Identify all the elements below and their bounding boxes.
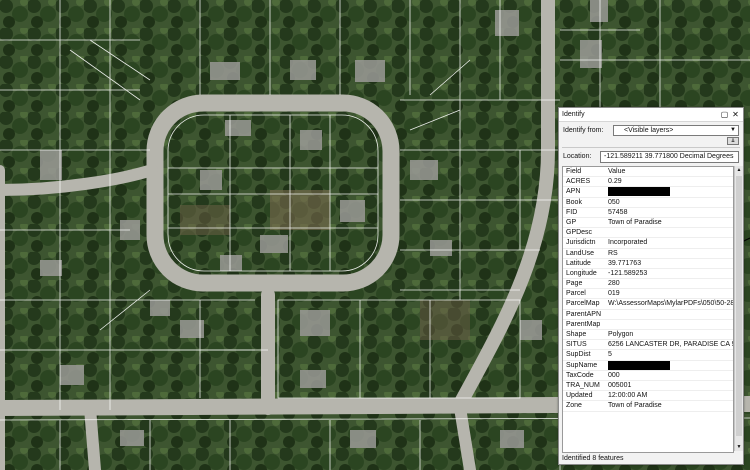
field-value	[608, 320, 733, 329]
field-name: TaxCode	[566, 371, 594, 379]
location-label: Location:	[563, 153, 592, 160]
table-row[interactable]: ACRES 0.29	[563, 177, 733, 188]
field-name: Book	[566, 198, 582, 206]
field-value: 050	[608, 198, 620, 206]
field-value: 5	[608, 351, 612, 359]
table-row[interactable]: Latitude 39.771763	[563, 259, 733, 269]
field-name: GP	[566, 218, 577, 226]
redaction-box	[608, 187, 670, 197]
field-value: Town of Paradise	[608, 218, 662, 226]
table-row[interactable]: GPDesc	[563, 228, 733, 239]
field-name: FID	[566, 208, 578, 216]
field-name: Updated	[566, 392, 593, 400]
field-value: Polygon	[608, 331, 634, 338]
field-value	[608, 310, 733, 319]
table-row[interactable]: ParcelMap W:\AssessorMaps\MylarPDFs\050\5…	[563, 299, 733, 310]
scroll-thumb[interactable]	[736, 176, 742, 436]
field-value: 6256 LANCASTER DR, PARADISE CA 95969	[608, 341, 733, 349]
attribute-table: Field Value ACRES 0.29 APN Book 050 FID 57458 G…	[562, 166, 734, 453]
table-row[interactable]: TRA_NUM 005001	[563, 381, 733, 392]
table-row[interactable]: Page 280	[563, 279, 733, 290]
identify-from-value: <Visible layers>	[624, 127, 674, 134]
table-row[interactable]: LandUse RS	[563, 249, 733, 259]
location-field[interactable]: -121.589211 39.771800 Decimal Degrees	[600, 150, 739, 163]
field-value: W:\AssessorMaps\MylarPDFs\050\50-28.pdf	[608, 300, 733, 308]
close-icon[interactable]: ✕	[731, 110, 740, 119]
field-value: RS	[608, 249, 618, 257]
field-name: Shape	[566, 331, 587, 338]
table-header: Field Value	[563, 167, 733, 178]
field-name: TRA_NUM	[566, 381, 600, 389]
divider	[562, 147, 740, 148]
field-name: LandUse	[566, 249, 595, 257]
field-value: 005001	[608, 381, 632, 389]
table-row[interactable]: TaxCode 000	[563, 371, 733, 381]
field-value: Incorporated	[608, 239, 648, 247]
field-value	[608, 187, 733, 197]
field-name: Page	[566, 280, 583, 288]
field-name: APN	[566, 188, 581, 196]
table-row[interactable]: Jurisdictn Incorporated	[563, 238, 733, 249]
field-value: -121.589253	[608, 269, 648, 277]
header-value: Value	[608, 168, 626, 175]
expand-all-icon[interactable]: ⇊	[727, 137, 739, 145]
field-value	[608, 360, 733, 370]
field-name: GPDesc	[566, 229, 593, 237]
status-text: Identified 8 features	[562, 455, 624, 462]
field-value: 57458	[608, 208, 628, 216]
table-row[interactable]: ParentAPN	[563, 310, 733, 320]
field-value: 280	[608, 280, 620, 288]
table-row[interactable]: Zone Town of Paradise	[563, 401, 733, 412]
restore-icon[interactable]: ▢	[720, 110, 729, 119]
table-row[interactable]: SupName	[563, 360, 733, 371]
field-name: Longitude	[566, 269, 597, 277]
field-name: Zone	[566, 402, 582, 410]
field-name: ParentAPN	[566, 310, 602, 318]
table-row[interactable]: APN	[563, 187, 733, 198]
header-field: Field	[566, 168, 582, 175]
field-value: 019	[608, 290, 620, 298]
table-row[interactable]: Updated 12:00:00 AM	[563, 391, 733, 402]
table-row[interactable]: SupDist 5	[563, 350, 733, 361]
table-row[interactable]: Longitude -121.589253	[563, 269, 733, 280]
field-value	[608, 228, 733, 237]
field-value: 0.29	[608, 178, 622, 186]
table-row[interactable]: GP Town of Paradise	[563, 218, 733, 229]
table-row[interactable]: Shape Polygon	[563, 330, 733, 341]
field-name: ACRES	[566, 178, 591, 186]
scrollbar[interactable]: ▲ ▼	[734, 166, 743, 451]
field-name: Parcel	[566, 290, 586, 298]
table-row[interactable]: ParentMap	[563, 320, 733, 330]
field-name: ParentMap	[566, 320, 601, 328]
scroll-up-icon[interactable]: ▲	[735, 166, 743, 174]
field-name: SupName	[566, 361, 598, 369]
field-name: SITUS	[566, 341, 587, 349]
field-name: ParcelMap	[566, 300, 600, 308]
identify-titlebar[interactable]: Identify ▢ ✕	[559, 108, 743, 122]
table-row[interactable]: SITUS 6256 LANCASTER DR, PARADISE CA 9596…	[563, 340, 733, 351]
identify-window: Identify ▢ ✕ Identify from: <Visible lay…	[558, 107, 744, 465]
chevron-down-icon: ▼	[730, 127, 736, 133]
field-value: 39.771763	[608, 259, 642, 267]
field-name: Jurisdictn	[566, 239, 596, 247]
table-row[interactable]: FID 57458	[563, 208, 733, 218]
field-value: 12:00:00 AM	[608, 392, 648, 400]
field-name: SupDist	[566, 351, 591, 359]
field-value: 000	[608, 371, 620, 379]
scroll-down-icon[interactable]: ▼	[735, 443, 743, 451]
identify-from-label: Identify from:	[563, 127, 604, 134]
window-title: Identify	[562, 111, 585, 118]
table-row[interactable]: Book 050	[563, 198, 733, 208]
field-name: Latitude	[566, 259, 591, 267]
table-row[interactable]: Parcel 019	[563, 289, 733, 300]
redaction-box	[608, 360, 670, 370]
field-value: Town of Paradise	[608, 402, 662, 410]
identify-from-select[interactable]: <Visible layers> ▼	[613, 125, 739, 136]
